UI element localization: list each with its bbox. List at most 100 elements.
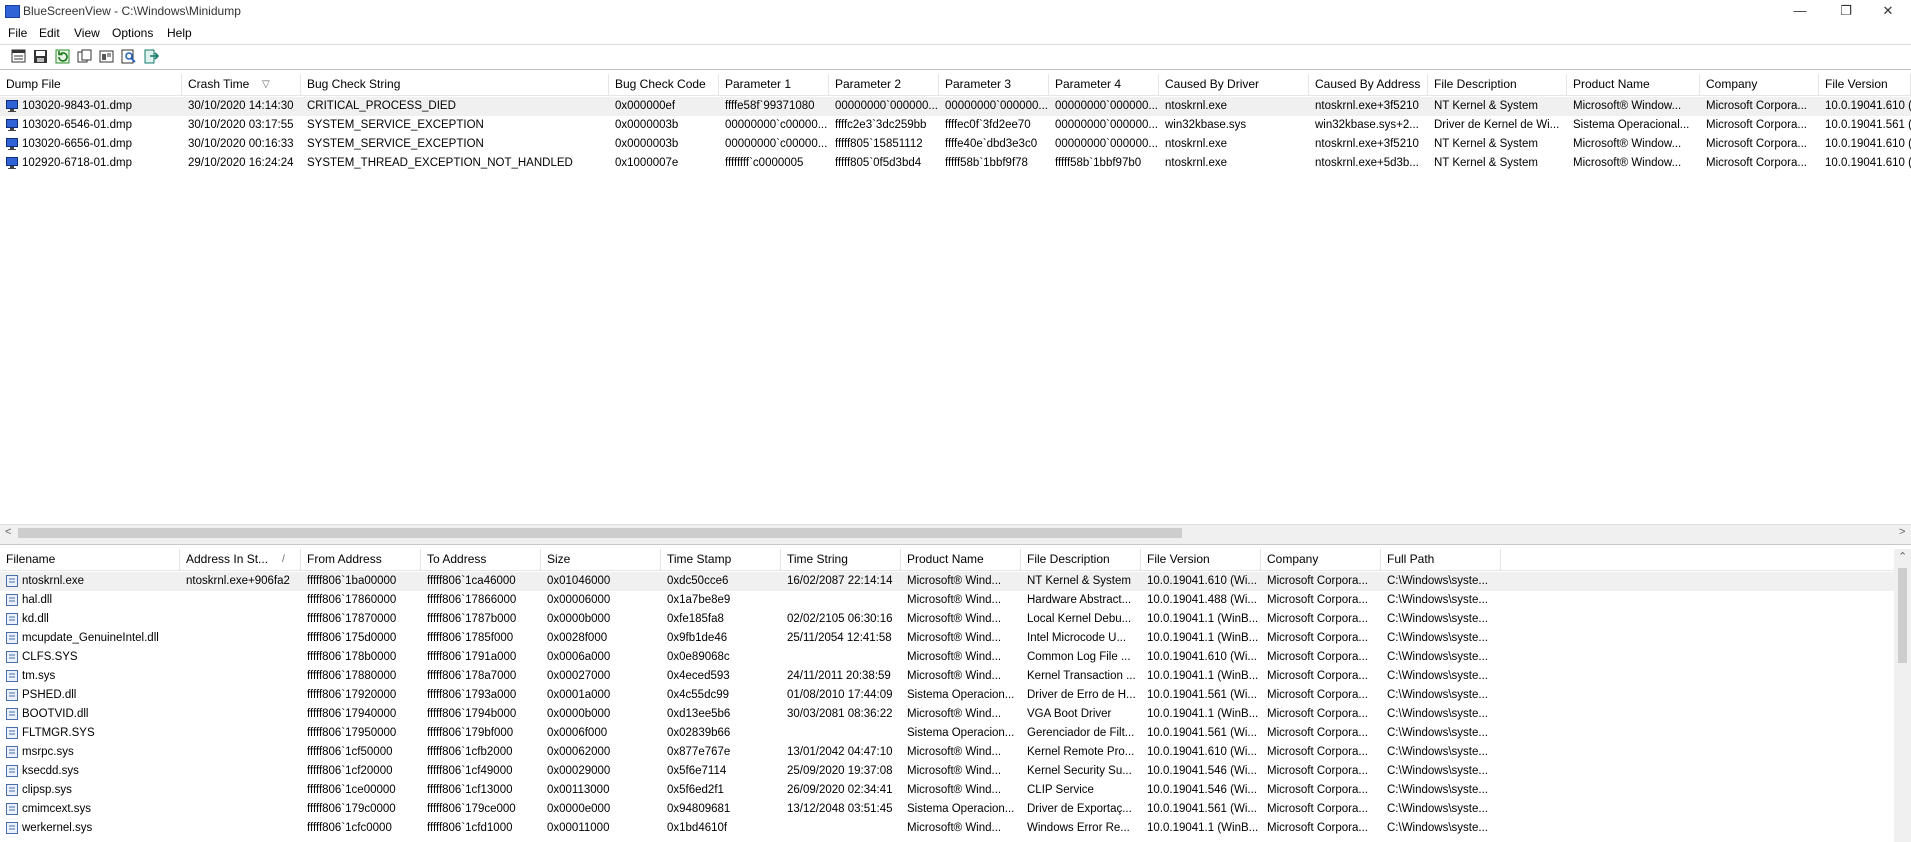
find-icon[interactable] [120,48,137,65]
cell-caused-by-driver: ntoskrnl.exe [1165,100,1228,112]
cell-to-address: fffff806`1cf49000 [427,765,513,777]
cell-file-version: 10.0.19041.610 (Wi... [1147,575,1257,587]
column-header-file-description[interactable]: File Description [1021,549,1141,570]
column-header-parameter-4[interactable]: Parameter 4 [1049,74,1159,95]
cell-time-stamp: 0x5f6ed2f1 [667,784,724,796]
dump-row[interactable]: 103020-6656-01.dmp 30/10/2020 00:16:33 SYS… [0,135,1911,154]
column-header-caused-by-driver[interactable]: Caused By Driver [1159,74,1309,95]
column-header-crash-time[interactable]: Crash Time [182,74,301,95]
column-header-company[interactable]: Company [1261,549,1381,570]
scroll-left-icon[interactable]: < [5,526,11,538]
cell-company: Microsoft Corpora... [1706,119,1807,131]
dump-list-horizontal-scrollbar[interactable]: < > [0,524,1911,542]
dump-files-list[interactable]: Dump File Crash Time Bug Check String Bug C… [0,74,1911,523]
cell-file-version: 10.0.19041.1 (WinB... [1147,822,1259,834]
column-header-bug-check-code[interactable]: Bug Check Code [609,74,719,95]
refresh-icon[interactable] [54,48,71,65]
options-icon[interactable] [98,48,115,65]
column-header-product-name[interactable]: Product Name [901,549,1021,570]
column-header-bug-check-string[interactable]: Bug Check String [301,74,609,95]
column-header-caused-by-address[interactable]: Caused By Address [1309,74,1428,95]
column-header-to-address[interactable]: To Address [421,549,541,570]
cell-file-description: CLIP Service [1027,784,1094,796]
cell-file-version: 10.0.19041.610 (W [1825,100,1911,112]
module-row[interactable]: werkernel.sys fffff806`1cfc0000 fffff806`1… [0,819,1894,838]
module-row[interactable]: clipsp.sys fffff806`1ce00000 fffff806`1cf1… [0,781,1894,800]
column-header-parameter-2[interactable]: Parameter 2 [829,74,939,95]
cell-filename: CLFS.SYS [22,651,78,663]
cell-file-version: 10.0.19041.1 (WinB... [1147,613,1259,625]
column-header-parameter-3[interactable]: Parameter 3 [939,74,1049,95]
column-header-parameter-1[interactable]: Parameter 1 [719,74,829,95]
module-row[interactable]: ksecdd.sys fffff806`1cf20000 fffff806`1cf4… [0,762,1894,781]
menu-help[interactable]: Help [167,26,192,40]
cell-size: 0x0028f000 [547,632,608,644]
cell-address-in-st [180,648,301,667]
column-header-file-version[interactable]: File Version [1141,549,1261,570]
module-row[interactable]: hal.dll fffff806`17860000 fffff806`1786600… [0,591,1894,610]
scrollbar-thumb[interactable] [1898,568,1907,663]
menu-edit[interactable]: Edit [39,26,60,40]
cell-parameter-4: fffff58b`1bbf97b0 [1055,157,1142,169]
column-header-file-description[interactable]: File Description [1428,74,1567,95]
cell-file-version: 10.0.19041.546 (Wi... [1147,765,1257,777]
column-header-product-name[interactable]: Product Name [1567,74,1700,95]
sort-indicator-icon: ▽ [262,79,270,90]
cell-time-stamp: 0x9fb1de46 [667,632,728,644]
copy-icon[interactable] [76,48,93,65]
menu-view[interactable]: View [74,26,100,40]
cell-time-string [781,724,901,743]
column-header-full-path[interactable]: Full Path [1381,549,1501,570]
cell-time-stamp: 0x1bd4610f [667,822,728,834]
module-row[interactable]: BOOTVID.dll fffff806`17940000 fffff806`179… [0,705,1894,724]
cell-address-in-st [180,724,301,743]
dump-row[interactable]: 102920-6718-01.dmp 29/10/2020 16:24:24 SYS… [0,154,1911,173]
cell-file-version: 10.0.19041.561 (Wi... [1147,689,1257,701]
column-header-time-string[interactable]: Time String [781,549,901,570]
module-row[interactable]: CLFS.SYS fffff806`178b0000 fffff806`1791a0… [0,648,1894,667]
module-row[interactable]: FLTMGR.SYS fffff806`17950000 fffff806`179b… [0,724,1894,743]
scrollbar-thumb[interactable] [18,528,1182,538]
module-row[interactable]: mcupdate_GenuineIntel.dll fffff806`175d00… [0,629,1894,648]
save-icon[interactable] [32,48,49,65]
modules-list[interactable]: Filename Address In St... From Address To A… [0,549,1894,842]
cell-to-address: fffff806`178a7000 [427,670,517,682]
column-header-file-version[interactable]: File Version [1819,74,1911,95]
module-row[interactable]: PSHED.dll fffff806`17920000 fffff806`1793a… [0,686,1894,705]
properties-icon[interactable] [10,48,27,65]
dump-row[interactable]: 103020-6546-01.dmp 30/10/2020 03:17:55 SYS… [0,116,1911,135]
module-row[interactable]: msrpc.sys fffff806`1cf50000 fffff806`1cfb2… [0,743,1894,762]
module-row[interactable]: ntoskrnl.exe ntoskrnl.exe+906fa2 fffff806`… [0,572,1894,591]
column-header-from-address[interactable]: From Address [301,549,421,570]
scroll-right-icon[interactable]: > [1899,526,1905,538]
exit-icon[interactable] [142,48,159,65]
cell-crash-time: 30/10/2020 14:14:30 [188,100,294,112]
menu-file[interactable]: File [8,26,27,40]
module-row[interactable]: kd.dll fffff806`17870000 fffff806`1787b000… [0,610,1894,629]
scroll-up-icon[interactable]: ⌃ [1898,550,1907,563]
cell-address-in-st [180,591,301,610]
cell-product-name: Microsoft® Window... [1573,100,1682,112]
cell-to-address: fffff806`1791a000 [427,651,517,663]
column-header-time-stamp[interactable]: Time Stamp [661,549,781,570]
dump-row[interactable]: 103020-9843-01.dmp 30/10/2020 14:14:30 CRI… [0,97,1911,116]
cell-time-stamp: 0xd13ee5b6 [667,708,731,720]
cell-address-in-st [180,629,301,648]
cell-address-in-st [180,667,301,686]
cell-file-version: 10.0.19041.610 (Wi... [1147,651,1257,663]
column-header-size[interactable]: Size [541,549,661,570]
sort-indicator-icon: / [282,554,285,565]
menu-options[interactable]: Options [112,26,153,40]
panel-splitter[interactable] [0,541,1911,545]
maximize-button[interactable]: ❐ [1823,0,1869,24]
column-header-company[interactable]: Company [1700,74,1819,95]
module-row[interactable]: cmimcext.sys fffff806`179c0000 fffff806`17… [0,800,1894,819]
column-header-dump-file[interactable]: Dump File [0,74,182,95]
close-button[interactable]: ✕ [1865,0,1911,24]
module-row[interactable]: tm.sys fffff806`17880000 fffff806`178a7000… [0,667,1894,686]
column-header-filename[interactable]: Filename [0,549,180,570]
minimize-button[interactable]: — [1777,0,1823,24]
cell-company: Microsoft Corpora... [1267,784,1368,796]
cell-parameter-2: fffff805`15851112 [835,138,923,150]
modules-vertical-scrollbar[interactable]: ⌃ [1894,549,1911,842]
